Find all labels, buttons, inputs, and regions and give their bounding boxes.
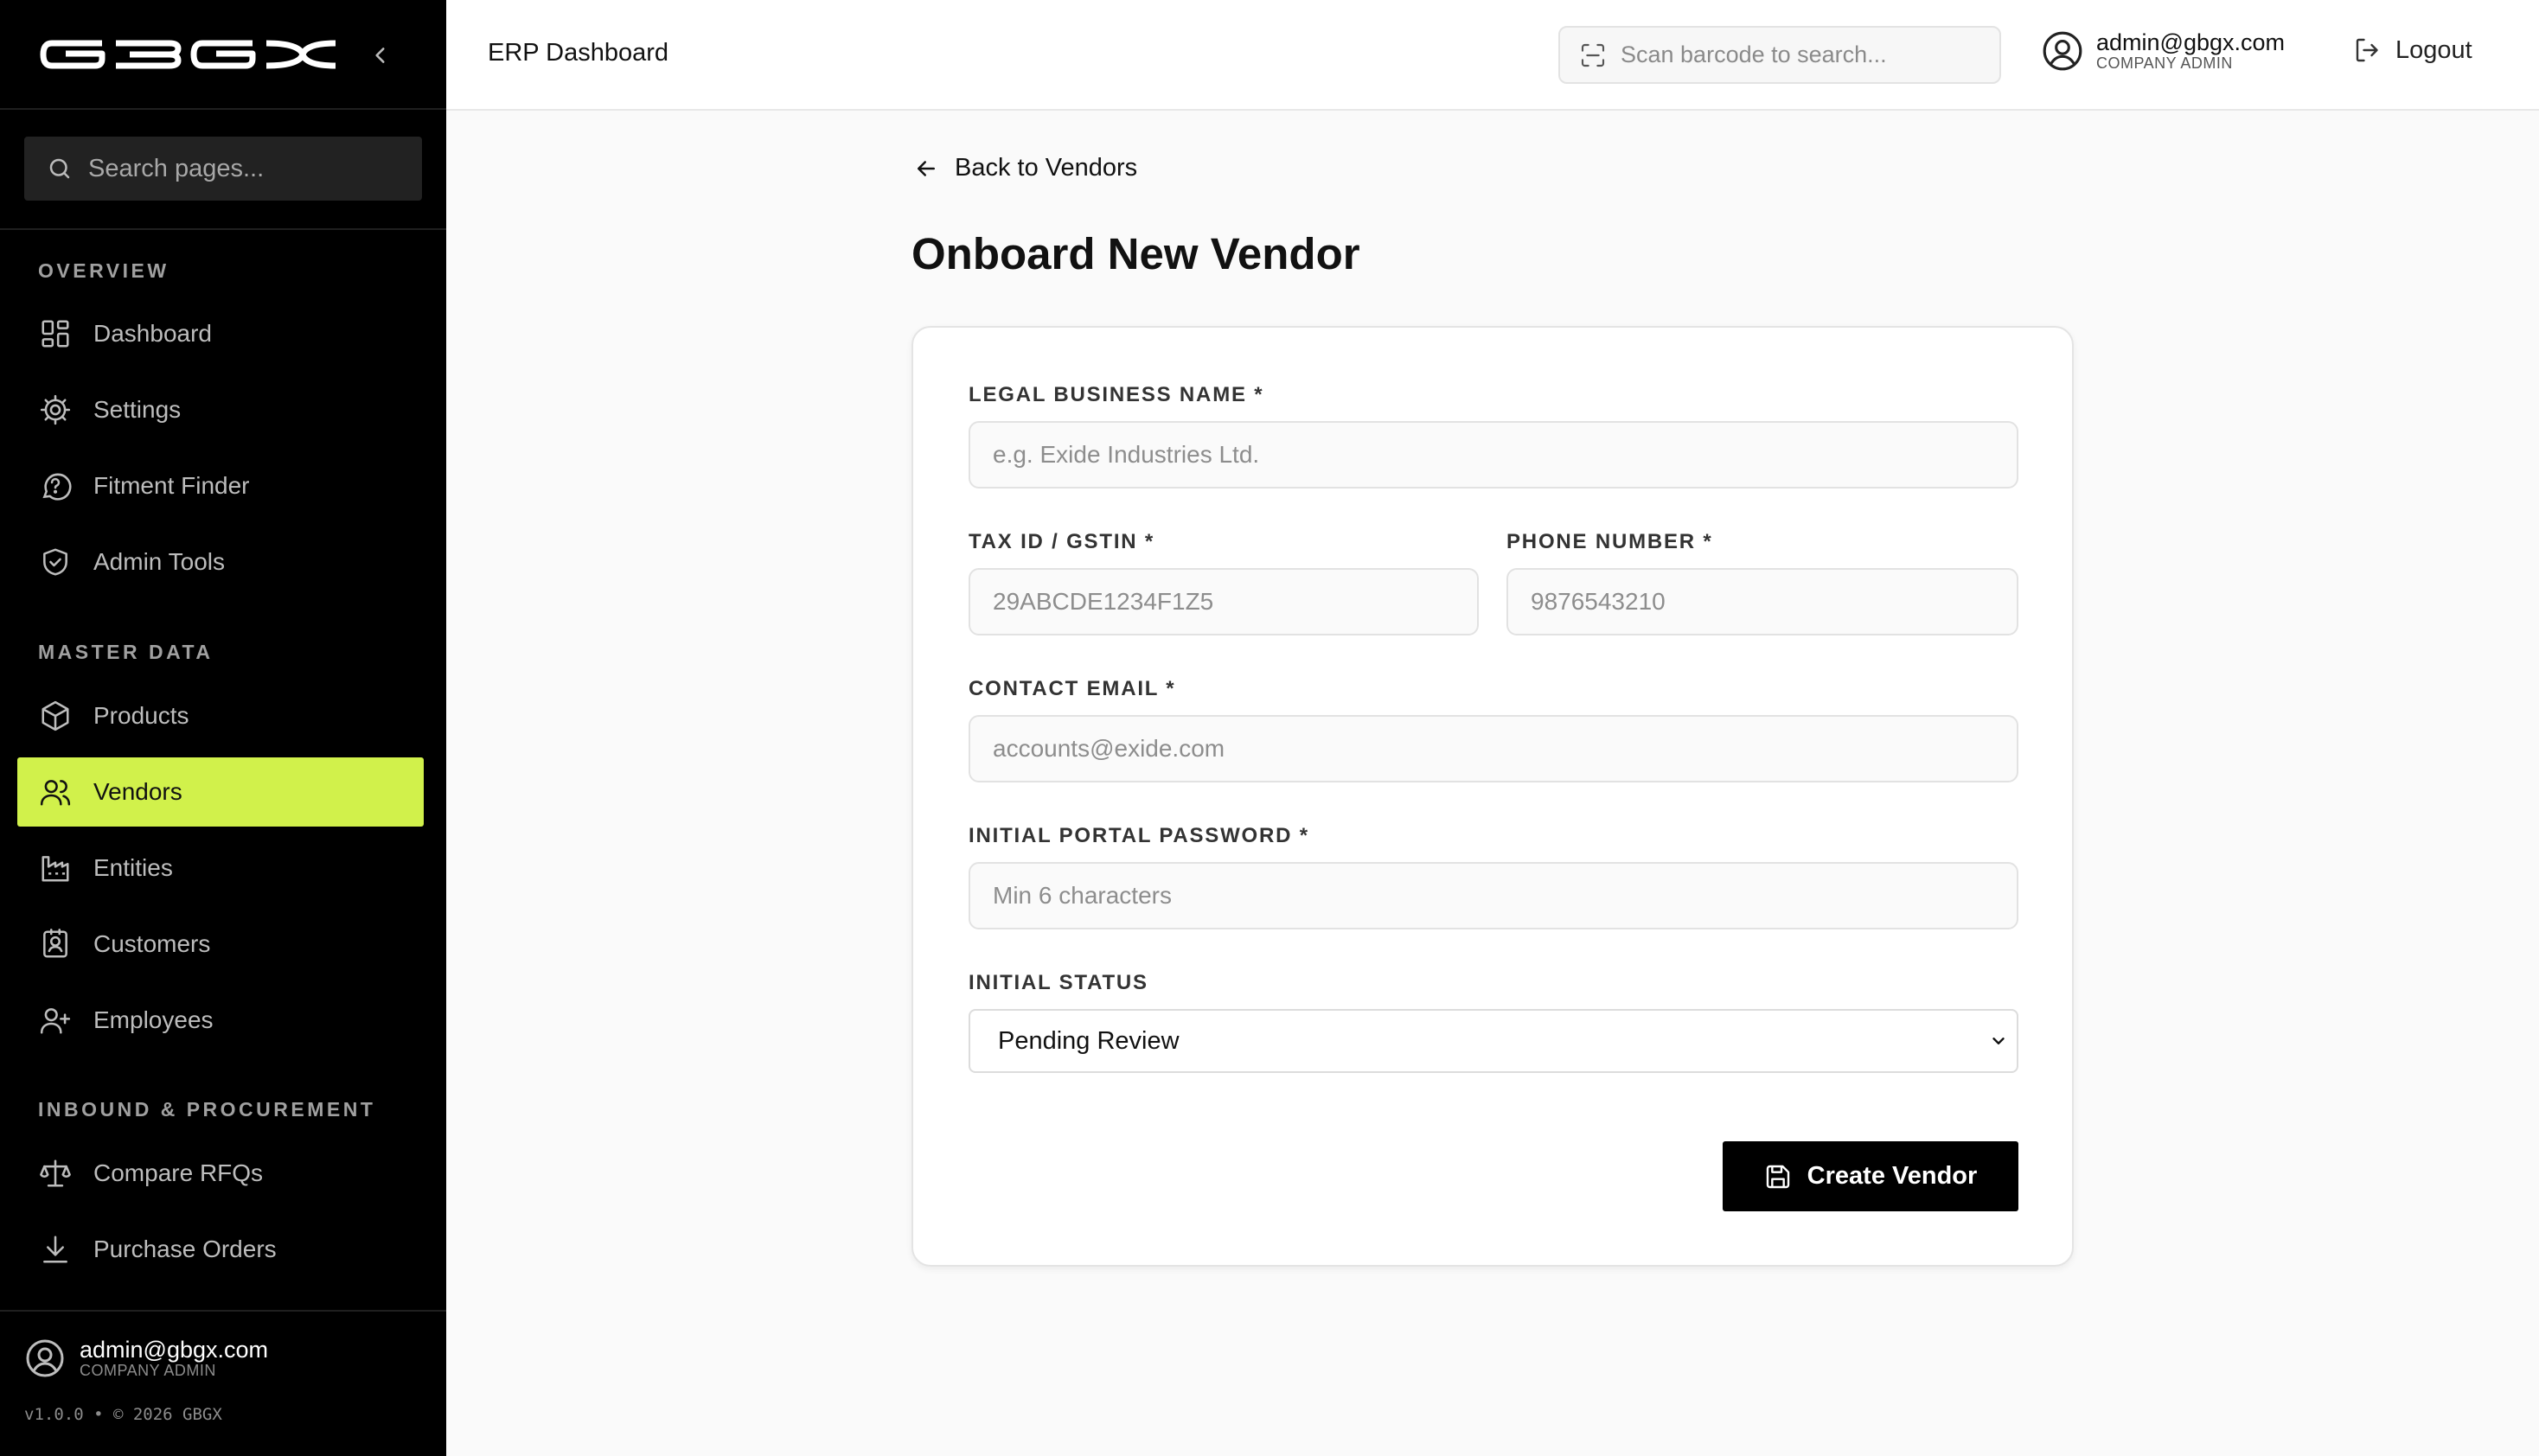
sidebar-item-label: Products: [93, 702, 189, 729]
sidebar-search-section: [0, 110, 446, 230]
phone-number-label: PHONE NUMBER *: [1506, 530, 1713, 553]
section-title-inbound-procurement: INBOUND & PROCUREMENT: [38, 1098, 376, 1121]
search-icon: [49, 158, 70, 179]
chevron-left-icon: [375, 48, 385, 63]
logout-label: Logout: [2395, 35, 2472, 64]
sidebar-item-label: Compare RFQs: [93, 1159, 264, 1186]
tax-id-label: TAX ID / GSTIN *: [969, 530, 1155, 553]
initial-status-value: Pending Review: [998, 1026, 1180, 1055]
phone-number-input[interactable]: [1506, 568, 2018, 635]
gear-icon: [38, 393, 73, 427]
create-vendor-label: Create Vendor: [1807, 1162, 1978, 1190]
contact-icon: [38, 927, 73, 961]
sidebar-search-input[interactable]: [88, 154, 400, 183]
collapse-sidebar-button[interactable]: [363, 38, 398, 73]
sidebar-item-customers[interactable]: Customers: [17, 910, 424, 979]
topbar: ERP Dashboard admin@gbgx.com COMPANY ADM…: [446, 0, 2539, 111]
arrow-left-icon: [918, 160, 935, 176]
logout-icon: [2356, 38, 2378, 62]
download-icon: [38, 1232, 73, 1267]
logo-row: [0, 0, 446, 110]
user-circle-icon: [2043, 31, 2082, 71]
sidebar-search-box[interactable]: [24, 137, 422, 201]
section-title-overview: OVERVIEW: [38, 259, 169, 282]
sidebar-item-dashboard[interactable]: Dashboard: [17, 299, 424, 368]
sidebar-item-label: Entities: [93, 854, 173, 881]
legal-name-input[interactable]: [969, 421, 2018, 489]
sidebar-item-label: Employees: [93, 1006, 214, 1033]
header-user-email: admin@gbgx.com: [2096, 29, 2286, 55]
dashboard-icon: [38, 316, 73, 351]
sidebar-user-email: admin@gbgx.com: [80, 1337, 269, 1363]
sidebar-item-label: Admin Tools: [93, 548, 226, 575]
user-circle-icon: [26, 1339, 64, 1377]
sidebar-item-products[interactable]: Products: [17, 681, 424, 750]
sidebar-item-entities[interactable]: Entities: [17, 833, 424, 903]
portal-password-input[interactable]: [969, 862, 2018, 929]
sidebar-item-employees[interactable]: Employees: [17, 986, 424, 1055]
section-title-master-data: MASTER DATA: [38, 641, 214, 663]
tax-id-input[interactable]: [969, 568, 1479, 635]
header-user[interactable]: admin@gbgx.com COMPANY ADMIN: [2041, 29, 2285, 73]
sidebar-item-settings[interactable]: Settings: [17, 375, 424, 444]
initial-status-label: INITIAL STATUS: [969, 971, 1148, 994]
sidebar-item-label: Dashboard: [93, 320, 212, 347]
sidebar-user-role: COMPANY ADMIN: [80, 1362, 216, 1379]
sidebar-item-fitment-finder[interactable]: Fitment Finder: [17, 451, 424, 520]
back-link-label: Back to Vendors: [955, 154, 1138, 182]
factory-icon: [38, 851, 73, 885]
portal-password-label: INITIAL PORTAL PASSWORD *: [969, 824, 1309, 847]
sidebar-item-label: Vendors: [93, 778, 182, 805]
vendor-form-card: LEGAL BUSINESS NAME * TAX ID / GSTIN * P…: [911, 326, 2074, 1267]
help-circle-icon: [38, 469, 73, 503]
scale-icon: [38, 1156, 73, 1191]
back-to-vendors-link[interactable]: Back to Vendors: [913, 154, 1137, 182]
save-icon: [1764, 1163, 1792, 1191]
sidebar-item-label: Purchase Orders: [93, 1236, 277, 1262]
sidebar-item-label: Fitment Finder: [93, 472, 250, 499]
barcode-search-box[interactable]: [1558, 26, 2001, 84]
sidebar-item-vendors[interactable]: Vendors: [17, 757, 424, 827]
create-vendor-button[interactable]: Create Vendor: [1723, 1141, 2018, 1211]
users-icon: [38, 775, 73, 809]
app-title: ERP Dashboard: [488, 39, 669, 67]
sidebar-item-compare-rfqs[interactable]: Compare RFQs: [17, 1139, 424, 1208]
sidebar-item-admin-tools[interactable]: Admin Tools: [17, 527, 424, 597]
version-text: v1.0.0 • © 2026 GBGX: [24, 1405, 222, 1424]
legal-name-label: LEGAL BUSINESS NAME *: [969, 383, 1264, 406]
logout-button[interactable]: Logout: [2352, 35, 2472, 66]
page-title: Onboard New Vendor: [911, 229, 1360, 278]
initial-status-select[interactable]: Pending Review: [969, 1009, 2018, 1073]
chevron-down-icon: [1992, 1038, 2005, 1044]
sidebar-item-label: Customers: [93, 930, 211, 957]
sidebar-user[interactable]: admin@gbgx.com COMPANY ADMIN: [24, 1338, 268, 1379]
shield-check-icon: [38, 545, 73, 579]
contact-email-input[interactable]: [969, 715, 2018, 782]
sidebar-item-label: Settings: [93, 396, 182, 423]
sidebar-item-purchase-orders[interactable]: Purchase Orders: [17, 1215, 424, 1284]
sidebar-footer: admin@gbgx.com COMPANY ADMIN v1.0.0 • © …: [0, 1310, 446, 1456]
box-icon: [38, 699, 73, 733]
header-user-role: COMPANY ADMIN: [2096, 54, 2233, 72]
contact-email-label: CONTACT EMAIL *: [969, 677, 1176, 700]
sidebar: OVERVIEW Dashboard Settings Fitment Find…: [0, 0, 446, 1456]
scan-icon: [1581, 43, 1605, 67]
gbgx-logo[interactable]: [40, 40, 339, 69]
barcode-search-input[interactable]: [1621, 42, 1984, 68]
user-plus-icon: [38, 1003, 73, 1038]
